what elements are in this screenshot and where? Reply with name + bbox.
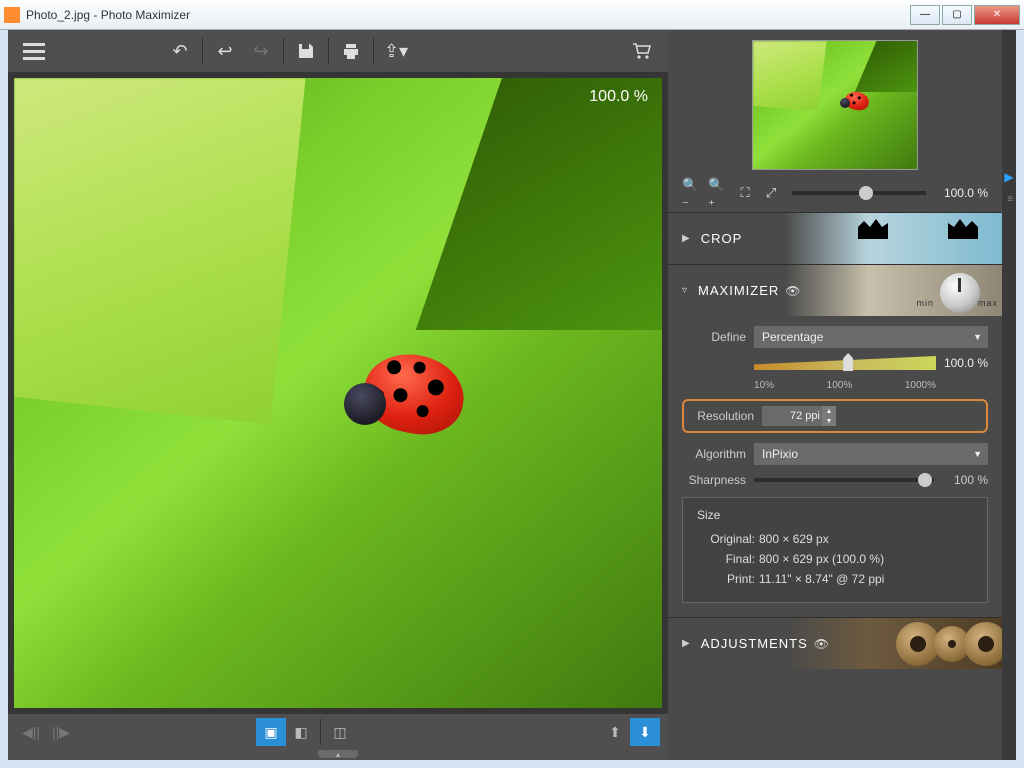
sharpness-label: Sharpness	[682, 473, 746, 487]
ladybug-subject	[364, 355, 484, 447]
next-image-button[interactable]: ||▶	[46, 718, 76, 746]
resolution-row-highlighted: Resolution 72 ppi ▲▼	[682, 399, 988, 433]
save-button[interactable]	[288, 33, 324, 69]
download-button[interactable]: ⬇	[630, 718, 660, 746]
export-button[interactable]: ⇪▾	[378, 33, 414, 69]
prev-image-button[interactable]: ◀||	[16, 718, 46, 746]
dial-min-label: min	[916, 298, 934, 308]
crop-panel-title: CROP	[701, 231, 743, 246]
size-box-title: Size	[697, 508, 979, 522]
percentage-value: 100.0 %	[944, 356, 988, 370]
main-toolbar: ↶ ↩ ↪ ⇪▾	[8, 30, 668, 72]
undo-button[interactable]: ↶	[162, 33, 198, 69]
tick-10: 10%	[754, 380, 774, 391]
chevron-down-icon: ▿	[682, 285, 688, 296]
tick-1000: 1000%	[905, 380, 936, 391]
size-final-val: 800 × 629 px (100.0 %)	[759, 552, 884, 566]
side-rail: ▶ ≡	[1002, 30, 1016, 760]
maximizer-panel-body: Define Percentage ▼ 100.0 %	[668, 316, 1002, 617]
zoom-in-button[interactable]: 🔍₊	[708, 182, 730, 204]
dial-icon	[940, 273, 980, 313]
minimize-button[interactable]: —	[910, 5, 940, 25]
cart-button[interactable]	[624, 33, 660, 69]
maximizer-panel-header[interactable]: ▿ MAXIMIZER 👁 min max	[668, 264, 1002, 316]
maximize-button[interactable]: ▢	[942, 5, 972, 25]
filmstrip-toggle[interactable]: ▴	[8, 750, 668, 760]
zoom-slider[interactable]	[792, 191, 926, 195]
preview-zoom-label: 100.0 %	[936, 186, 988, 200]
resolution-value: 72 ppi	[790, 410, 820, 422]
algorithm-value: InPixio	[762, 447, 798, 461]
zoom-fit-button[interactable]: ⛶	[734, 182, 756, 204]
hamburger-icon	[23, 43, 45, 60]
view-single-button[interactable]: ▣	[256, 718, 286, 746]
dial-max-label: max	[978, 298, 998, 308]
gears-decoration	[818, 618, 1002, 669]
slider-thumb[interactable]	[843, 353, 853, 371]
window-titlebar: Photo_2.jpg - Photo Maximizer — ▢ ✕	[0, 0, 1024, 30]
define-value: Percentage	[762, 330, 823, 344]
sharpness-value: 100 %	[942, 473, 988, 487]
back-button[interactable]: ↩	[207, 33, 243, 69]
size-original-val: 800 × 629 px	[759, 532, 829, 546]
rail-grip-icon[interactable]: ≡	[1007, 194, 1011, 205]
define-select[interactable]: Percentage ▼	[754, 326, 988, 348]
size-print-val: 11.11" × 8.74" @ 72 ppi	[759, 572, 884, 586]
size-info-box: Size Original: 800 × 629 px Final: 800 × 6…	[682, 497, 988, 603]
preview-zoom-controls: 🔍₋ 🔍₊ ⛶ ⤢ 100.0 %	[668, 176, 1002, 212]
size-final-key: Final:	[697, 552, 755, 566]
photo-content	[14, 78, 662, 708]
size-original-key: Original:	[697, 532, 755, 546]
forward-button[interactable]: ↪	[243, 33, 279, 69]
app-frame: ↶ ↩ ↪ ⇪▾	[8, 30, 1016, 760]
dropdown-icon: ▼	[973, 332, 982, 342]
window-title: Photo_2.jpg - Photo Maximizer	[26, 8, 908, 22]
size-print-key: Print:	[697, 572, 755, 586]
zoom-out-button[interactable]: 🔍₋	[682, 182, 704, 204]
app-icon	[4, 7, 20, 23]
adjustments-panel-header[interactable]: ▶ ADJUSTMENTS 👁	[668, 617, 1002, 669]
algorithm-label: Algorithm	[682, 447, 746, 461]
crop-panel-header[interactable]: ▶ CROP	[668, 212, 1002, 264]
menu-button[interactable]	[16, 33, 52, 69]
algorithm-select[interactable]: InPixio ▼	[754, 443, 988, 465]
close-button[interactable]: ✕	[974, 5, 1020, 25]
rail-collapse-button[interactable]: ▶	[1004, 170, 1013, 184]
resolution-label: Resolution	[692, 409, 754, 423]
percentage-slider[interactable]	[754, 356, 936, 378]
canvas-zoom-label: 100.0 %	[589, 88, 648, 106]
dropdown-icon: ▼	[973, 449, 982, 459]
tick-100: 100%	[827, 380, 853, 391]
sharpness-slider[interactable]	[754, 478, 934, 482]
print-icon	[341, 41, 361, 61]
define-label: Define	[682, 330, 746, 344]
preview-panel	[668, 30, 1002, 176]
visibility-icon[interactable]: 👁	[785, 284, 801, 298]
resolution-spinner[interactable]: ▲▼	[822, 406, 836, 426]
bottom-toolbar: ◀|| ||▶ ▣ ◧ ◫ ⬆ ⬇	[8, 714, 668, 750]
maximizer-panel-title: MAXIMIZER	[698, 283, 779, 298]
upload-button[interactable]: ⬆	[600, 718, 630, 746]
preview-thumbnail[interactable]	[752, 40, 918, 170]
chevron-right-icon: ▶	[682, 233, 691, 244]
zoom-actual-button[interactable]: ⤢	[760, 182, 782, 204]
chevron-right-icon: ▶	[682, 638, 691, 649]
image-canvas[interactable]: 100.0 %	[14, 78, 662, 708]
resolution-input[interactable]: 72 ppi ▲▼	[762, 406, 836, 426]
adjustments-panel-title: ADJUSTMENTS	[701, 636, 808, 651]
view-split-button[interactable]: ◫	[325, 718, 355, 746]
print-button[interactable]	[333, 33, 369, 69]
view-compare-button[interactable]: ◧	[286, 718, 316, 746]
cart-icon	[631, 41, 653, 61]
save-icon	[296, 41, 316, 61]
